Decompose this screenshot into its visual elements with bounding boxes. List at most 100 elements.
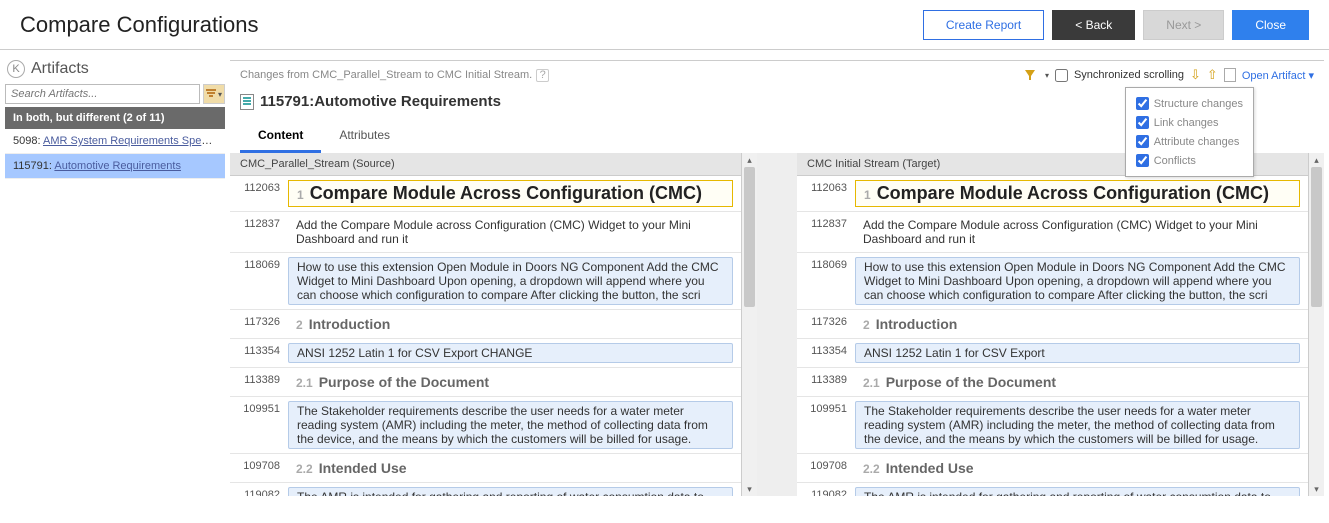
back-button[interactable]: < Back — [1052, 10, 1135, 40]
row-content: Add the Compare Module across Configurat… — [288, 216, 733, 248]
filter-link-checkbox[interactable] — [1136, 116, 1149, 129]
search-config-button[interactable]: ▾ — [203, 84, 225, 104]
target-rows[interactable]: 1120631Compare Module Across Configurati… — [797, 176, 1308, 496]
main-area: K Artifacts ▾ In both, but different (2 … — [0, 50, 1329, 496]
compare-row[interactable]: 109951The Stakeholder requirements descr… — [230, 397, 741, 454]
create-report-button[interactable]: Create Report — [923, 10, 1044, 40]
row-text: The AMR is intended for gathering and re… — [297, 490, 704, 496]
help-icon[interactable]: ? — [536, 69, 549, 82]
compare-row[interactable]: 113354ANSI 1252 Latin 1 for CSV Export C… — [230, 339, 741, 368]
compare-row[interactable]: 1120631Compare Module Across Configurati… — [230, 176, 741, 212]
row-content: ANSI 1252 Latin 1 for CSV Export — [855, 343, 1300, 363]
filter-link[interactable]: Link changes — [1132, 113, 1247, 132]
compare-row[interactable]: 118069How to use this extension Open Mod… — [797, 253, 1308, 310]
filter-structure[interactable]: Structure changes — [1132, 94, 1247, 113]
sync-scroll-label: Synchronized scrolling — [1074, 69, 1184, 81]
target-scrollbar[interactable]: ▴ ▾ — [1308, 153, 1324, 496]
row-content: How to use this extension Open Module in… — [855, 257, 1300, 305]
section-number: 2.1 — [863, 376, 880, 390]
scroll-up-icon[interactable]: ▴ — [1309, 153, 1324, 167]
row-text: The Stakeholder requirements describe th… — [864, 404, 1275, 446]
scroll-up-icon[interactable]: ▴ — [742, 153, 757, 167]
nav-down-icon[interactable]: ⇩ — [1190, 67, 1201, 83]
row-text: The AMR is intended for gathering and re… — [864, 490, 1271, 496]
sync-scroll-checkbox[interactable] — [1055, 69, 1068, 82]
row-content: The AMR is intended for gathering and re… — [288, 487, 733, 496]
tab-content[interactable]: Content — [240, 120, 321, 153]
compare-row[interactable]: 1120631Compare Module Across Configurati… — [797, 176, 1308, 212]
compare-row[interactable]: 119082The AMR is intended for gathering … — [230, 483, 741, 496]
compare-row[interactable]: 112837Add the Compare Module across Conf… — [230, 212, 741, 253]
compare-row[interactable]: 1097082.2Intended Use — [230, 454, 741, 483]
compare-row[interactable]: 1173262Introduction — [797, 310, 1308, 339]
scroll-down-icon[interactable]: ▾ — [1309, 482, 1324, 496]
filter-structure-checkbox[interactable] — [1136, 97, 1149, 110]
row-content: 2Introduction — [855, 314, 1300, 334]
compare-row[interactable]: 1133892.1Purpose of the Document — [797, 368, 1308, 397]
search-row: ▾ — [5, 84, 225, 104]
group-header[interactable]: In both, but different (2 of 11) — [5, 107, 225, 129]
compare-row[interactable]: 109951 The Stakeholder requirements descr… — [797, 397, 1308, 454]
section-number: 2 — [863, 318, 870, 332]
row-content: 2.1Purpose of the Document — [288, 372, 733, 392]
artifacts-icon: K — [7, 60, 25, 78]
section-number: 2 — [296, 318, 303, 332]
row-text: Add the Compare Module across Configurat… — [296, 218, 691, 246]
row-text: Intended Use — [319, 460, 407, 476]
changes-text: Changes from CMC_Parallel_Stream to CMC … — [240, 69, 532, 81]
compare-row[interactable]: 1173262Introduction — [230, 310, 741, 339]
artifact-item[interactable]: 115791: Automotive Requirements — [5, 154, 225, 179]
compare-row[interactable]: 119082The AMR is intended for gathering … — [797, 483, 1308, 496]
artifact-name: AMR System Requirements Specif... — [43, 135, 222, 147]
artifact-name: Automotive Requirements — [54, 160, 181, 172]
compare-row[interactable]: 118069How to use this extension Open Mod… — [230, 253, 741, 310]
artifacts-title: Artifacts — [31, 60, 89, 78]
row-id: 113389 — [805, 372, 855, 386]
open-artifact-link[interactable]: Open Artifact ▾ — [1242, 69, 1314, 82]
compare-row[interactable]: 113354ANSI 1252 Latin 1 for CSV Export — [797, 339, 1308, 368]
next-button: Next > — [1143, 10, 1224, 40]
row-content: 2Introduction — [288, 314, 733, 334]
source-rows[interactable]: 1120631Compare Module Across Configurati… — [230, 176, 741, 496]
row-content: Add the Compare Module across Configurat… — [855, 216, 1300, 248]
row-id: 113389 — [238, 372, 288, 386]
scroll-thumb[interactable] — [744, 167, 755, 307]
row-id: 109951 — [805, 401, 855, 415]
scroll-thumb[interactable] — [1311, 167, 1322, 307]
filter-attribute-checkbox[interactable] — [1136, 135, 1149, 148]
artifact-id: 5098: — [13, 135, 41, 147]
row-id: 112063 — [805, 180, 855, 194]
filter-dropdown-icon[interactable] — [1023, 68, 1037, 82]
filter-dropdown-panel: Structure changes Link changes Attribute… — [1125, 87, 1254, 177]
section-number: 2.1 — [296, 376, 313, 390]
row-id: 117326 — [238, 314, 288, 328]
column-gap — [757, 153, 797, 496]
row-content: ANSI 1252 Latin 1 for CSV Export CHANGE — [288, 343, 733, 363]
source-scrollbar[interactable]: ▴ ▾ — [741, 153, 757, 496]
module-doc-icon — [240, 94, 254, 110]
row-text: How to use this extension Open Module in… — [297, 260, 719, 302]
row-text: Compare Module Across Configuration (CMC… — [877, 183, 1269, 203]
scroll-down-icon[interactable]: ▾ — [742, 482, 757, 496]
toolbar-line: Changes from CMC_Parallel_Stream to CMC … — [230, 61, 1324, 89]
artifact-item[interactable]: 5098: AMR System Requirements Specif... — [5, 129, 225, 154]
compare-row[interactable]: 1133892.1Purpose of the Document — [230, 368, 741, 397]
header-bar: Compare Configurations Create Report < B… — [0, 0, 1329, 50]
filter-conflicts-checkbox[interactable] — [1136, 154, 1149, 167]
chevron-down-icon: ▾ — [1045, 71, 1049, 80]
compare-grid: CMC_Parallel_Stream (Source) 1120631Comp… — [230, 153, 1324, 496]
row-text: ANSI 1252 Latin 1 for CSV Export — [864, 346, 1045, 360]
row-id: 109708 — [805, 458, 855, 472]
toolbar-right: ▾ Synchronized scrolling ⇩ ⇧ Open Artifa… — [1023, 67, 1314, 83]
row-text: Compare Module Across Configuration (CMC… — [310, 183, 702, 203]
close-button[interactable]: Close — [1232, 10, 1309, 40]
tab-attributes[interactable]: Attributes — [321, 120, 408, 153]
search-input[interactable] — [5, 84, 200, 104]
module-title: 115791:Automotive Requirements — [260, 93, 501, 110]
changes-left: Changes from CMC_Parallel_Stream to CMC … — [240, 69, 549, 82]
compare-row[interactable]: 112837Add the Compare Module across Conf… — [797, 212, 1308, 253]
filter-attribute[interactable]: Attribute changes — [1132, 132, 1247, 151]
compare-row[interactable]: 1097082.2Intended Use — [797, 454, 1308, 483]
filter-conflicts[interactable]: Conflicts — [1132, 151, 1247, 170]
nav-up-icon[interactable]: ⇧ — [1207, 67, 1218, 83]
